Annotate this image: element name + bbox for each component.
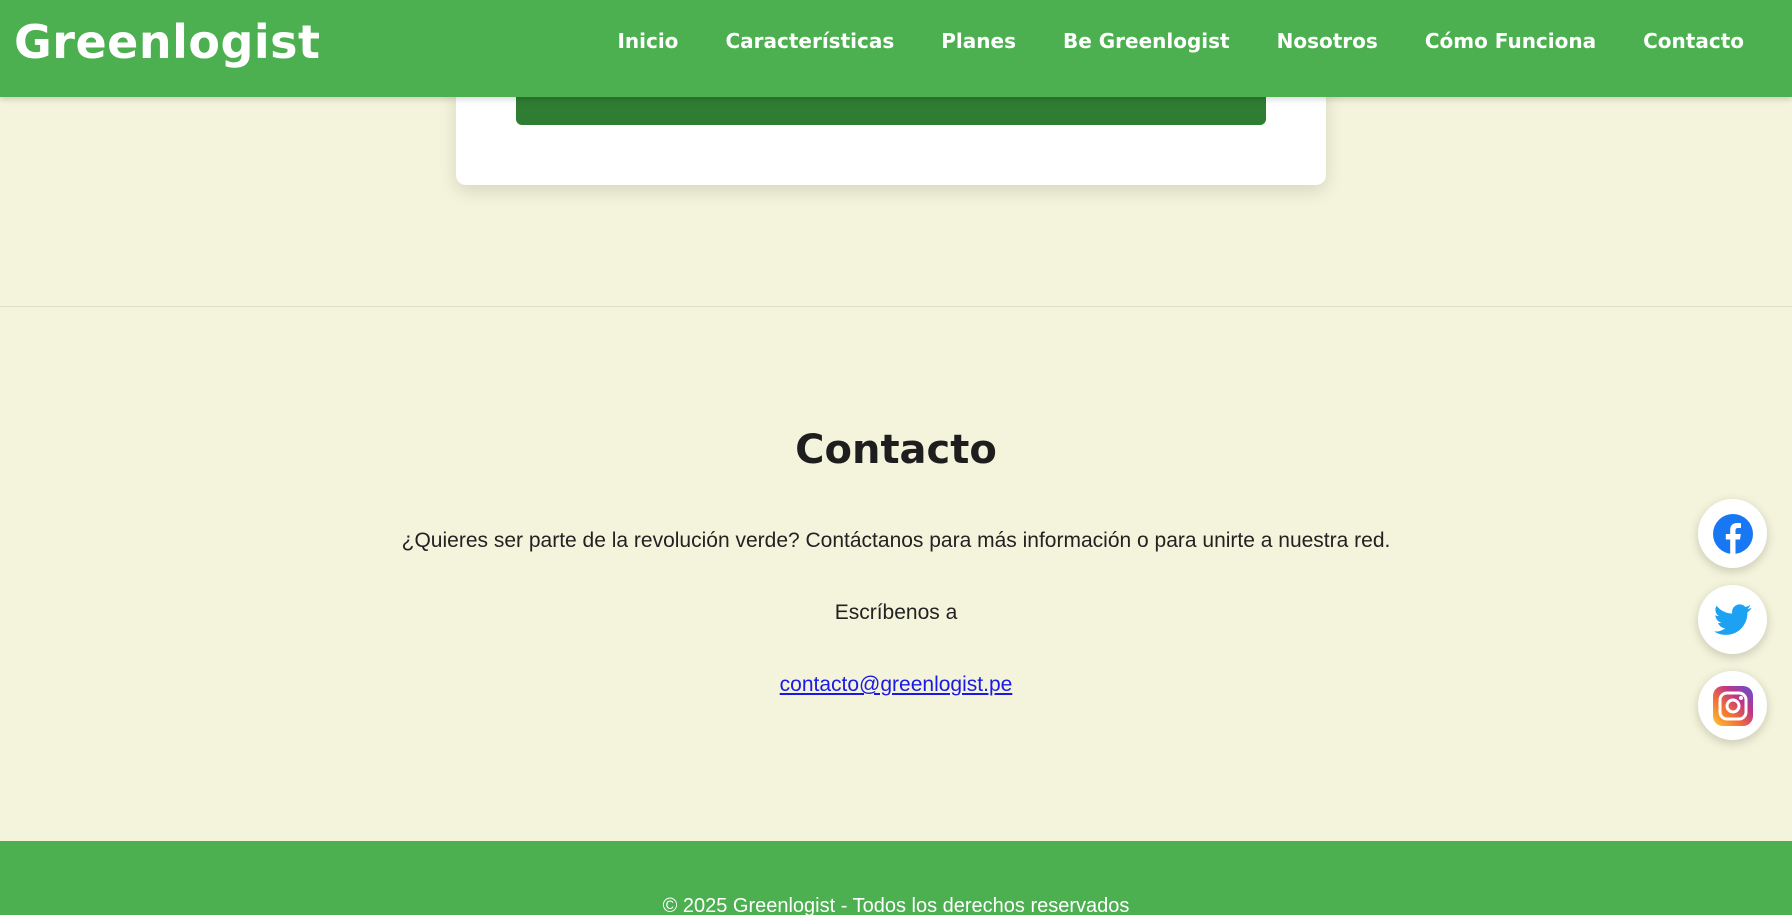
facebook-icon (1712, 513, 1753, 554)
social-floating-bar (1698, 499, 1767, 740)
contact-title: Contacto (795, 427, 997, 473)
footer-copyright: © 2025 Greenlogist - Todos los derechos … (662, 895, 1130, 915)
nav-como-funciona[interactable]: Cómo Funciona (1425, 26, 1596, 56)
main-nav: Inicio Características Planes Be Greenlo… (570, 26, 1744, 56)
contact-section: Contacto ¿Quieres ser parte de la revolu… (0, 420, 1792, 698)
nav-be-greenlogist[interactable]: Be Greenlogist (1063, 26, 1230, 56)
section-divider (0, 306, 1792, 307)
instagram-button[interactable] (1698, 671, 1767, 740)
facebook-button[interactable] (1698, 499, 1767, 568)
nav-inicio[interactable]: Inicio (617, 26, 678, 56)
instagram-icon (1712, 685, 1753, 726)
contact-description: ¿Quieres ser parte de la revolución verd… (401, 529, 1391, 552)
twitter-button[interactable] (1698, 585, 1767, 654)
nav-planes[interactable]: Planes (941, 26, 1016, 56)
footer: © 2025 Greenlogist - Todos los derechos … (0, 841, 1792, 915)
nav-contacto[interactable]: Contacto (1643, 26, 1744, 56)
nav-nosotros[interactable]: Nosotros (1277, 26, 1378, 56)
contact-write-label: Escríbenos a (834, 601, 958, 624)
page: Greenlogist Inicio Características Plane… (0, 0, 1792, 915)
nav-caracteristicas[interactable]: Características (725, 26, 894, 56)
top-navbar: Greenlogist Inicio Características Plane… (0, 0, 1792, 97)
contact-email-link[interactable]: contacto@greenlogist.pe (780, 672, 1013, 698)
twitter-icon (1713, 603, 1752, 636)
brand-logo[interactable]: Greenlogist (14, 14, 321, 70)
